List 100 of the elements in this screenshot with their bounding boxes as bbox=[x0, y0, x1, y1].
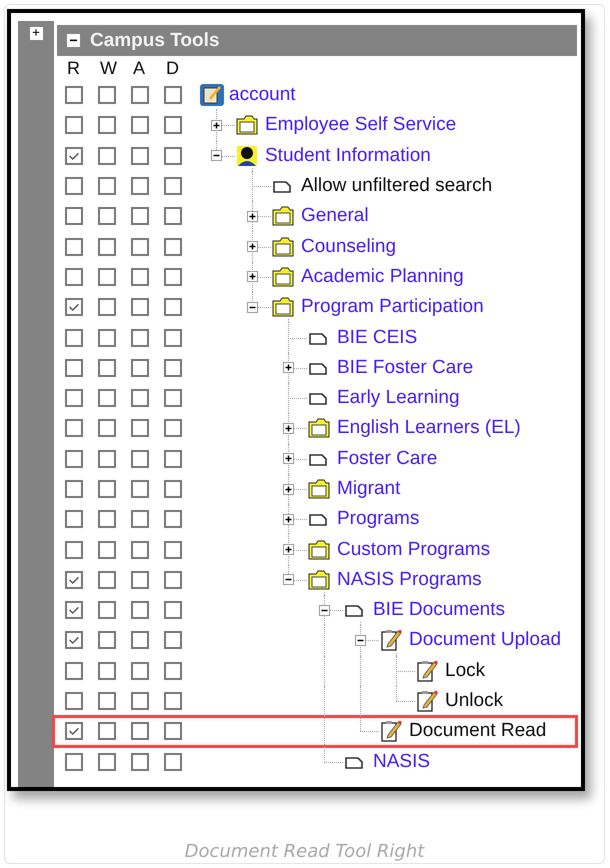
checkbox[interactable] bbox=[98, 631, 116, 650]
expander[interactable] bbox=[283, 484, 294, 494]
checkbox[interactable] bbox=[98, 177, 116, 196]
checkbox[interactable] bbox=[164, 146, 182, 165]
checkbox[interactable] bbox=[164, 207, 182, 226]
tool-link[interactable]: Employee Self Service bbox=[265, 114, 456, 136]
tool-link[interactable]: NASIS Programs bbox=[337, 568, 482, 591]
tool-link[interactable]: Foster Care bbox=[337, 448, 438, 470]
checkbox[interactable] bbox=[164, 510, 182, 528]
expander[interactable] bbox=[211, 150, 222, 162]
tool-label[interactable]: Document Read bbox=[409, 720, 546, 742]
checkbox[interactable] bbox=[164, 328, 182, 347]
checkbox[interactable] bbox=[65, 358, 83, 377]
tool-link[interactable]: account bbox=[229, 84, 296, 106]
checkbox[interactable] bbox=[65, 570, 83, 589]
checkbox[interactable] bbox=[65, 540, 83, 559]
checkbox[interactable] bbox=[131, 631, 149, 650]
tool-link[interactable]: Early Learning bbox=[337, 387, 460, 410]
checkbox[interactable] bbox=[164, 480, 182, 498]
tool-label[interactable]: Lock bbox=[445, 660, 486, 682]
checkbox[interactable] bbox=[98, 692, 116, 710]
checkbox[interactable] bbox=[131, 86, 149, 104]
checkbox[interactable] bbox=[98, 450, 116, 468]
checkbox[interactable] bbox=[65, 450, 83, 468]
checkbox[interactable] bbox=[98, 389, 116, 408]
checkbox[interactable] bbox=[131, 146, 149, 165]
checkbox[interactable] bbox=[98, 238, 116, 256]
checkbox[interactable] bbox=[98, 419, 116, 438]
checkbox[interactable] bbox=[98, 86, 116, 104]
tool-link[interactable]: NASIS bbox=[373, 750, 430, 773]
checkbox[interactable] bbox=[65, 692, 83, 710]
checkbox[interactable] bbox=[65, 419, 83, 438]
expand-button[interactable]: + bbox=[30, 27, 42, 40]
checkbox[interactable] bbox=[164, 238, 182, 256]
expander[interactable] bbox=[247, 302, 258, 313]
checkbox[interactable] bbox=[98, 207, 116, 226]
expander[interactable] bbox=[283, 514, 294, 525]
collapse-button[interactable]: − bbox=[67, 34, 80, 47]
expander[interactable] bbox=[283, 453, 294, 464]
checkbox[interactable] bbox=[164, 692, 182, 710]
checkbox[interactable] bbox=[131, 177, 149, 196]
tool-link[interactable]: General bbox=[301, 205, 369, 228]
expander[interactable] bbox=[283, 362, 294, 374]
checkbox[interactable] bbox=[65, 752, 83, 771]
checkbox[interactable] bbox=[98, 298, 116, 316]
tool-label[interactable]: Unlock bbox=[445, 690, 504, 712]
checkbox[interactable] bbox=[131, 692, 149, 710]
tool-link[interactable]: BIE Foster Care bbox=[337, 356, 474, 379]
expander[interactable] bbox=[319, 604, 330, 616]
checkbox[interactable] bbox=[164, 419, 182, 438]
checkbox[interactable] bbox=[65, 722, 83, 740]
checkbox[interactable] bbox=[164, 177, 182, 196]
tool-link[interactable]: Programs bbox=[337, 508, 420, 530]
checkbox[interactable] bbox=[65, 631, 83, 650]
checkbox[interactable] bbox=[98, 510, 116, 528]
checkbox[interactable] bbox=[65, 601, 83, 620]
expander[interactable] bbox=[247, 271, 258, 282]
checkbox[interactable] bbox=[98, 570, 116, 589]
checkbox[interactable] bbox=[131, 722, 149, 740]
tool-link[interactable]: BIE CEIS bbox=[337, 326, 418, 349]
checkbox[interactable] bbox=[164, 268, 182, 286]
tool-label[interactable]: Allow unfiltered search bbox=[301, 175, 492, 198]
checkbox[interactable] bbox=[98, 540, 116, 559]
checkbox[interactable] bbox=[65, 662, 83, 680]
checkbox[interactable] bbox=[131, 601, 149, 620]
checkbox[interactable] bbox=[98, 722, 116, 740]
checkbox[interactable] bbox=[131, 450, 149, 468]
checkbox[interactable] bbox=[131, 328, 149, 347]
checkbox[interactable] bbox=[164, 86, 182, 104]
checkbox[interactable] bbox=[164, 540, 182, 559]
tool-link[interactable]: Migrant bbox=[337, 478, 400, 500]
checkbox[interactable] bbox=[65, 268, 83, 286]
checkbox[interactable] bbox=[65, 389, 83, 408]
checkbox[interactable] bbox=[131, 540, 149, 559]
checkbox[interactable] bbox=[65, 86, 83, 104]
checkbox[interactable] bbox=[98, 358, 116, 377]
checkbox[interactable] bbox=[131, 238, 149, 256]
checkbox[interactable] bbox=[131, 268, 149, 286]
tool-link[interactable]: Academic Planning bbox=[301, 266, 464, 288]
checkbox[interactable] bbox=[164, 752, 182, 771]
checkbox[interactable] bbox=[131, 480, 149, 498]
checkbox[interactable] bbox=[65, 146, 83, 165]
checkbox[interactable] bbox=[65, 116, 83, 134]
checkbox[interactable] bbox=[65, 328, 83, 347]
checkbox[interactable] bbox=[65, 207, 83, 226]
checkbox[interactable] bbox=[131, 389, 149, 408]
tool-link[interactable]: Document Upload bbox=[409, 629, 562, 652]
tool-link[interactable]: English Learners (EL) bbox=[337, 417, 521, 440]
checkbox[interactable] bbox=[131, 419, 149, 438]
expander[interactable] bbox=[355, 634, 366, 646]
checkbox[interactable] bbox=[65, 177, 83, 196]
tool-link[interactable]: Custom Programs bbox=[337, 538, 490, 561]
checkbox[interactable] bbox=[98, 662, 116, 680]
checkbox[interactable] bbox=[164, 662, 182, 680]
checkbox[interactable] bbox=[131, 116, 149, 134]
checkbox[interactable] bbox=[98, 328, 116, 347]
checkbox[interactable] bbox=[164, 601, 182, 620]
checkbox[interactable] bbox=[131, 510, 149, 528]
tool-link[interactable]: BIE Documents bbox=[373, 599, 505, 622]
expander[interactable] bbox=[283, 422, 294, 434]
